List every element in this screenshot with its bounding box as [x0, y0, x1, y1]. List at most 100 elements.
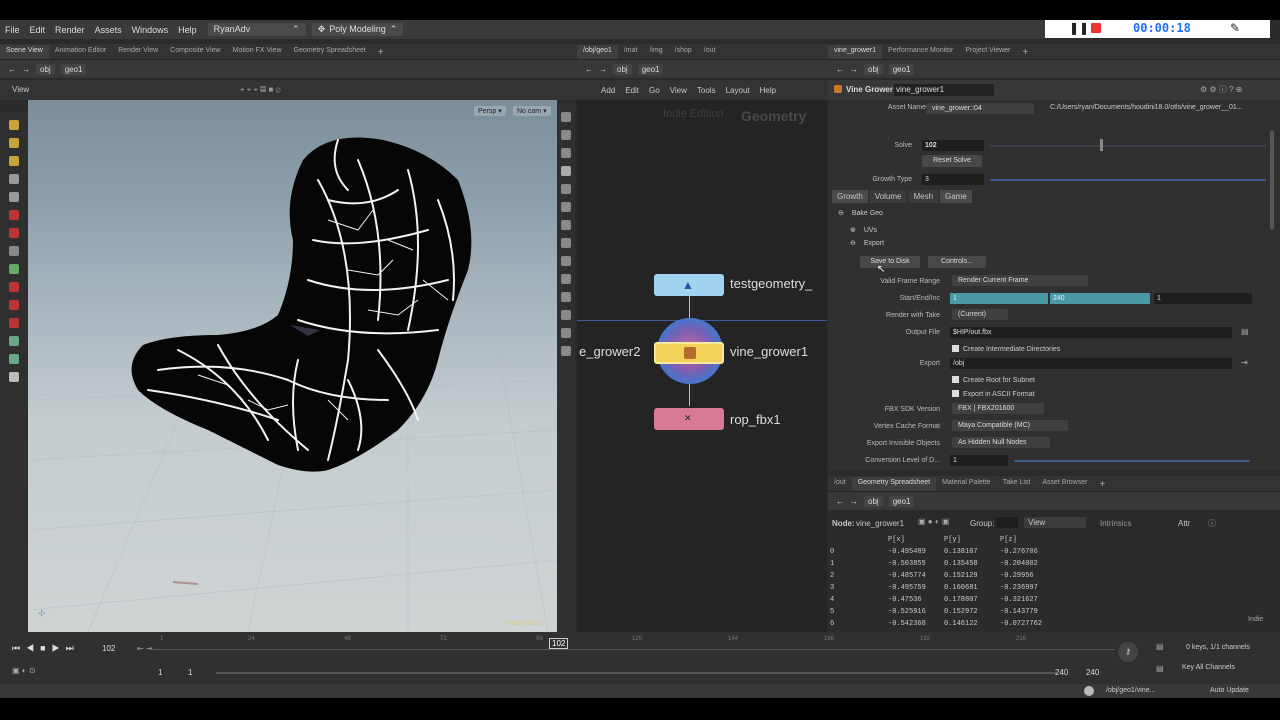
tab-asset-browser[interactable]: Asset Browser: [1036, 477, 1093, 491]
move-tool-icon[interactable]: [9, 138, 19, 148]
net-menu-go[interactable]: Go: [649, 86, 660, 95]
export-path-field[interactable]: /obj: [950, 358, 1232, 369]
path-geo[interactable]: geo1: [637, 63, 664, 75]
output-file-field[interactable]: $HIP/out.fbx: [950, 327, 1232, 338]
path-obj[interactable]: obj: [864, 63, 883, 75]
menu-render[interactable]: Render: [50, 25, 90, 35]
wire-icon[interactable]: [561, 202, 571, 212]
pause-icon[interactable]: ❚❚: [1069, 21, 1089, 35]
handle-icon[interactable]: [9, 210, 19, 220]
viewport-tool-icons[interactable]: ⌖ ⌖ ⌖ ▦ ■ ⊘: [240, 85, 281, 95]
tab-volume[interactable]: Volume: [869, 190, 907, 203]
lock-icon[interactable]: [561, 130, 571, 140]
key-tool-icon[interactable]: ⚷: [1118, 642, 1138, 662]
export-folder[interactable]: ⊖ Export: [850, 239, 884, 247]
fbx-sdk-dropdown[interactable]: FBX | FBX201600: [952, 403, 1044, 414]
text-icon[interactable]: [561, 310, 571, 320]
rotate-tool-icon[interactable]: [9, 156, 19, 166]
tab-render-view[interactable]: Render View: [112, 45, 164, 59]
tab-composite-view[interactable]: Composite View: [164, 45, 226, 59]
menu-windows[interactable]: Windows: [127, 25, 174, 35]
ghost-icon[interactable]: [561, 166, 571, 176]
range-slider[interactable]: [216, 672, 1056, 674]
table-row[interactable]: 4 -0.47536 0.178807 -0.321627: [830, 594, 1270, 606]
path-geo[interactable]: geo1: [60, 63, 87, 75]
shading-icon[interactable]: [561, 184, 571, 194]
channel-icon[interactable]: ▤: [1156, 642, 1164, 651]
render-icon[interactable]: [9, 372, 19, 382]
export-invisible-dropdown[interactable]: As Hidden Null Nodes: [952, 437, 1050, 448]
group-field[interactable]: [996, 517, 1018, 528]
menu-edit[interactable]: Edit: [25, 25, 51, 35]
back-icon[interactable]: ←: [836, 65, 844, 74]
header-px[interactable]: P[x]: [888, 534, 944, 546]
paint-icon[interactable]: [9, 264, 19, 274]
grid-icon[interactable]: [561, 292, 571, 302]
root-subnet-toggle[interactable]: Create Root for Subnet: [952, 376, 1035, 384]
tab-geometry-spreadsheet[interactable]: Geometry Spreadsheet: [288, 45, 372, 59]
end-frame-field[interactable]: 240: [1055, 668, 1068, 677]
menu-assets[interactable]: Assets: [90, 25, 127, 35]
table-row[interactable]: 5 -0.525916 0.152972 -0.143779: [830, 606, 1270, 618]
light-icon[interactable]: [561, 148, 571, 158]
display-icon[interactable]: [561, 112, 571, 122]
tab-animation-editor[interactable]: Animation Editor: [49, 45, 112, 59]
tab-motion-fx-view[interactable]: Motion FX View: [227, 45, 288, 59]
view-dropdown[interactable]: View: [1024, 517, 1086, 528]
key-all-channels-button[interactable]: Key All Channels: [1182, 664, 1235, 671]
back-icon[interactable]: ←: [8, 65, 16, 74]
playback-controls[interactable]: ⏮◀■▶⏭: [12, 643, 80, 654]
forward-icon[interactable]: →: [22, 65, 30, 74]
file-browse-icon[interactable]: ▤: [1241, 327, 1249, 336]
add-tab-icon[interactable]: +: [372, 45, 390, 59]
vertex-cache-dropdown[interactable]: Maya Compatible (MC): [952, 420, 1068, 431]
scene-viewport[interactable]: Persp ▾ No cam ▾ Indie Edition ⊹: [28, 100, 557, 632]
asset-dropdown[interactable]: vine_grower::04: [926, 103, 1034, 114]
add-tab-icon[interactable]: +: [1093, 477, 1111, 491]
node-vine-grower1[interactable]: [654, 342, 724, 364]
tab-out[interactable]: /out: [698, 45, 722, 59]
tab-shop[interactable]: /shop: [669, 45, 698, 59]
attr-dropdown[interactable]: Attr: [1178, 519, 1190, 528]
auto-update-dropdown[interactable]: Auto Update: [1210, 687, 1249, 694]
end-frame2-field[interactable]: 240: [1086, 668, 1099, 677]
sheet-mode-icons[interactable]: ▣ ● ◐ ▣: [918, 517, 949, 526]
end-field[interactable]: 240: [1050, 293, 1150, 304]
node-rop-fbx1[interactable]: ✕: [654, 408, 724, 430]
sculpt-icon[interactable]: [9, 300, 19, 310]
solve-field[interactable]: 102: [922, 140, 984, 151]
pen-icon[interactable]: ✎: [1230, 21, 1240, 35]
forward-icon[interactable]: →: [599, 65, 607, 74]
tab-obj-geo1[interactable]: /obj/geo1: [577, 45, 618, 59]
view-icon[interactable]: [9, 336, 19, 346]
brush-icon[interactable]: [9, 282, 19, 292]
table-row[interactable]: 1 -0.503855 0.135458 -0.204002: [830, 558, 1270, 570]
tab-out[interactable]: /out: [828, 477, 852, 491]
current-frame-field[interactable]: 102: [102, 644, 115, 653]
conversion-level-field[interactable]: 1: [950, 455, 1008, 466]
pointer-icon[interactable]: [9, 174, 19, 184]
path-obj[interactable]: obj: [864, 495, 883, 507]
tab-material-palette[interactable]: Material Palette: [936, 477, 997, 491]
camera-icon[interactable]: [9, 354, 19, 364]
intrinsics-dropdown[interactable]: Intrinsics: [1100, 519, 1132, 528]
net-menu-help[interactable]: Help: [760, 86, 776, 95]
conversion-level-slider[interactable]: [1014, 460, 1250, 462]
start-field[interactable]: 1: [950, 293, 1048, 304]
shelf-dropdown[interactable]: ✥ Poly Modeling ⌃: [311, 23, 404, 36]
bake-geo-folder[interactable]: ⊖ Bake Geo: [838, 209, 883, 217]
pose-icon[interactable]: [9, 246, 19, 256]
reset-solve-button[interactable]: Reset Solve: [922, 155, 982, 167]
cam-icon[interactable]: [561, 328, 571, 338]
realtime-icons[interactable]: ▣ ◐ ⊙: [12, 666, 36, 675]
uvs-folder[interactable]: ⊕ UVs: [850, 226, 877, 234]
header-py[interactable]: P[y]: [944, 534, 1000, 546]
normal-icon[interactable]: [561, 238, 571, 248]
tab-mesh[interactable]: Mesh: [908, 190, 939, 203]
growth-type-slider[interactable]: [990, 179, 1266, 181]
add-tab-icon[interactable]: +: [1016, 45, 1034, 59]
create-dirs-toggle[interactable]: Create Intermediate Directories: [952, 345, 1060, 353]
save-to-disk-button[interactable]: Save to Disk: [860, 256, 920, 268]
table-row[interactable]: 3 -0.495759 0.160681 -0.236997: [830, 582, 1270, 594]
header-pz[interactable]: P[z]: [1000, 534, 1056, 546]
